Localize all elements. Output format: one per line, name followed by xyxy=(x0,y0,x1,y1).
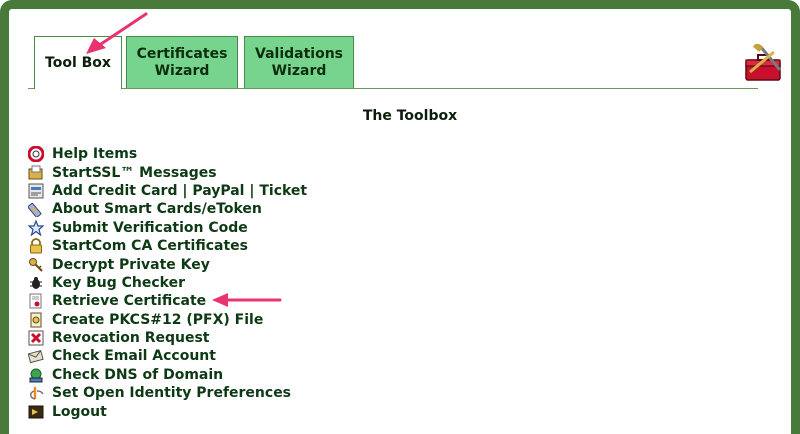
tab-toolbox[interactable]: Tool Box xyxy=(34,36,122,89)
menu-item-smart-cards[interactable]: About Smart Cards/eToken xyxy=(28,200,428,218)
bug-icon xyxy=(30,276,42,289)
menu-link-check-email[interactable]: Check Email Account xyxy=(52,348,216,364)
menu-item-logout[interactable]: Logout xyxy=(28,402,428,420)
menu-item-pkcs12[interactable]: Create PKCS#12 (PFX) File xyxy=(28,311,428,329)
menu-item-check-dns[interactable]: Check DNS of Domain xyxy=(28,366,428,384)
tab-certificates-label-1: Certificates xyxy=(136,45,228,62)
menu-item-check-email[interactable]: Check Email Account xyxy=(28,347,428,365)
menu-link-help[interactable]: Help Items xyxy=(52,146,137,162)
menu-link-revocation[interactable]: Revocation Request xyxy=(52,330,210,346)
menu-link-logout[interactable]: Logout xyxy=(52,404,107,420)
credit-card-icon xyxy=(28,183,44,199)
file-seal-icon xyxy=(30,312,42,328)
revoke-icon xyxy=(28,330,44,346)
tab-bar: Tool Box Certificates Wizard Validations… xyxy=(28,36,758,89)
lock-icon xyxy=(30,238,42,254)
openid-icon xyxy=(30,387,44,401)
message-icon xyxy=(28,165,43,180)
menu-item-ca-certificates[interactable]: StartCom CA Certificates xyxy=(28,237,428,255)
logout-icon xyxy=(28,405,44,419)
tab-validations-label-1: Validations xyxy=(255,45,343,62)
menu-item-openid[interactable]: Set Open Identity Preferences xyxy=(28,384,428,402)
menu-item-verification[interactable]: Submit Verification Code xyxy=(28,219,428,237)
smart-card-icon xyxy=(28,203,42,218)
menu-link-smart-cards[interactable]: About Smart Cards/eToken xyxy=(52,201,262,217)
toolbox-icon xyxy=(745,44,782,81)
menu-link-credit-card[interactable]: Add Credit Card | PayPal | Ticket xyxy=(52,183,307,199)
menu-link-pkcs12[interactable]: Create PKCS#12 (PFX) File xyxy=(52,312,263,328)
tab-certificates-wizard[interactable]: Certificates Wizard xyxy=(126,36,238,88)
menu-link-key-bug[interactable]: Key Bug Checker xyxy=(52,275,185,291)
menu-link-messages[interactable]: StartSSL™ Messages xyxy=(52,165,217,181)
menu-item-messages[interactable]: StartSSL™ Messages xyxy=(28,163,428,181)
certificate-icon xyxy=(29,293,42,309)
menu-item-revocation[interactable]: Revocation Request xyxy=(28,329,428,347)
menu-link-verification[interactable]: Submit Verification Code xyxy=(52,220,248,236)
key-icon xyxy=(29,257,43,272)
menu-link-check-dns[interactable]: Check DNS of Domain xyxy=(52,367,223,383)
menu-link-decrypt[interactable]: Decrypt Private Key xyxy=(52,257,210,273)
star-icon xyxy=(28,219,44,236)
menu-item-help[interactable]: Help Items xyxy=(28,145,428,163)
menu-item-key-bug[interactable]: Key Bug Checker xyxy=(28,274,428,292)
page-title: The Toolbox xyxy=(362,108,458,124)
email-icon xyxy=(28,350,44,364)
menu-item-retrieve-certificate[interactable]: Retrieve Certificate xyxy=(28,292,428,310)
dns-icon xyxy=(29,368,43,383)
toolbox-menu: Help Items StartSSL™ Messages Add Credit… xyxy=(28,145,428,421)
tab-validations-wizard[interactable]: Validations Wizard xyxy=(244,36,354,88)
menu-item-decrypt[interactable]: Decrypt Private Key xyxy=(28,255,428,273)
menu-link-ca-certificates[interactable]: StartCom CA Certificates xyxy=(52,238,248,254)
menu-link-retrieve-certificate[interactable]: Retrieve Certificate xyxy=(52,293,206,309)
help-lifebuoy-icon xyxy=(28,146,44,163)
menu-link-openid[interactable]: Set Open Identity Preferences xyxy=(52,385,291,401)
tab-toolbox-label: Tool Box xyxy=(45,54,111,71)
tab-certificates-label-2: Wizard xyxy=(154,62,210,79)
tab-validations-label-2: Wizard xyxy=(271,62,327,79)
menu-item-credit-card[interactable]: Add Credit Card | PayPal | Ticket xyxy=(28,182,428,200)
